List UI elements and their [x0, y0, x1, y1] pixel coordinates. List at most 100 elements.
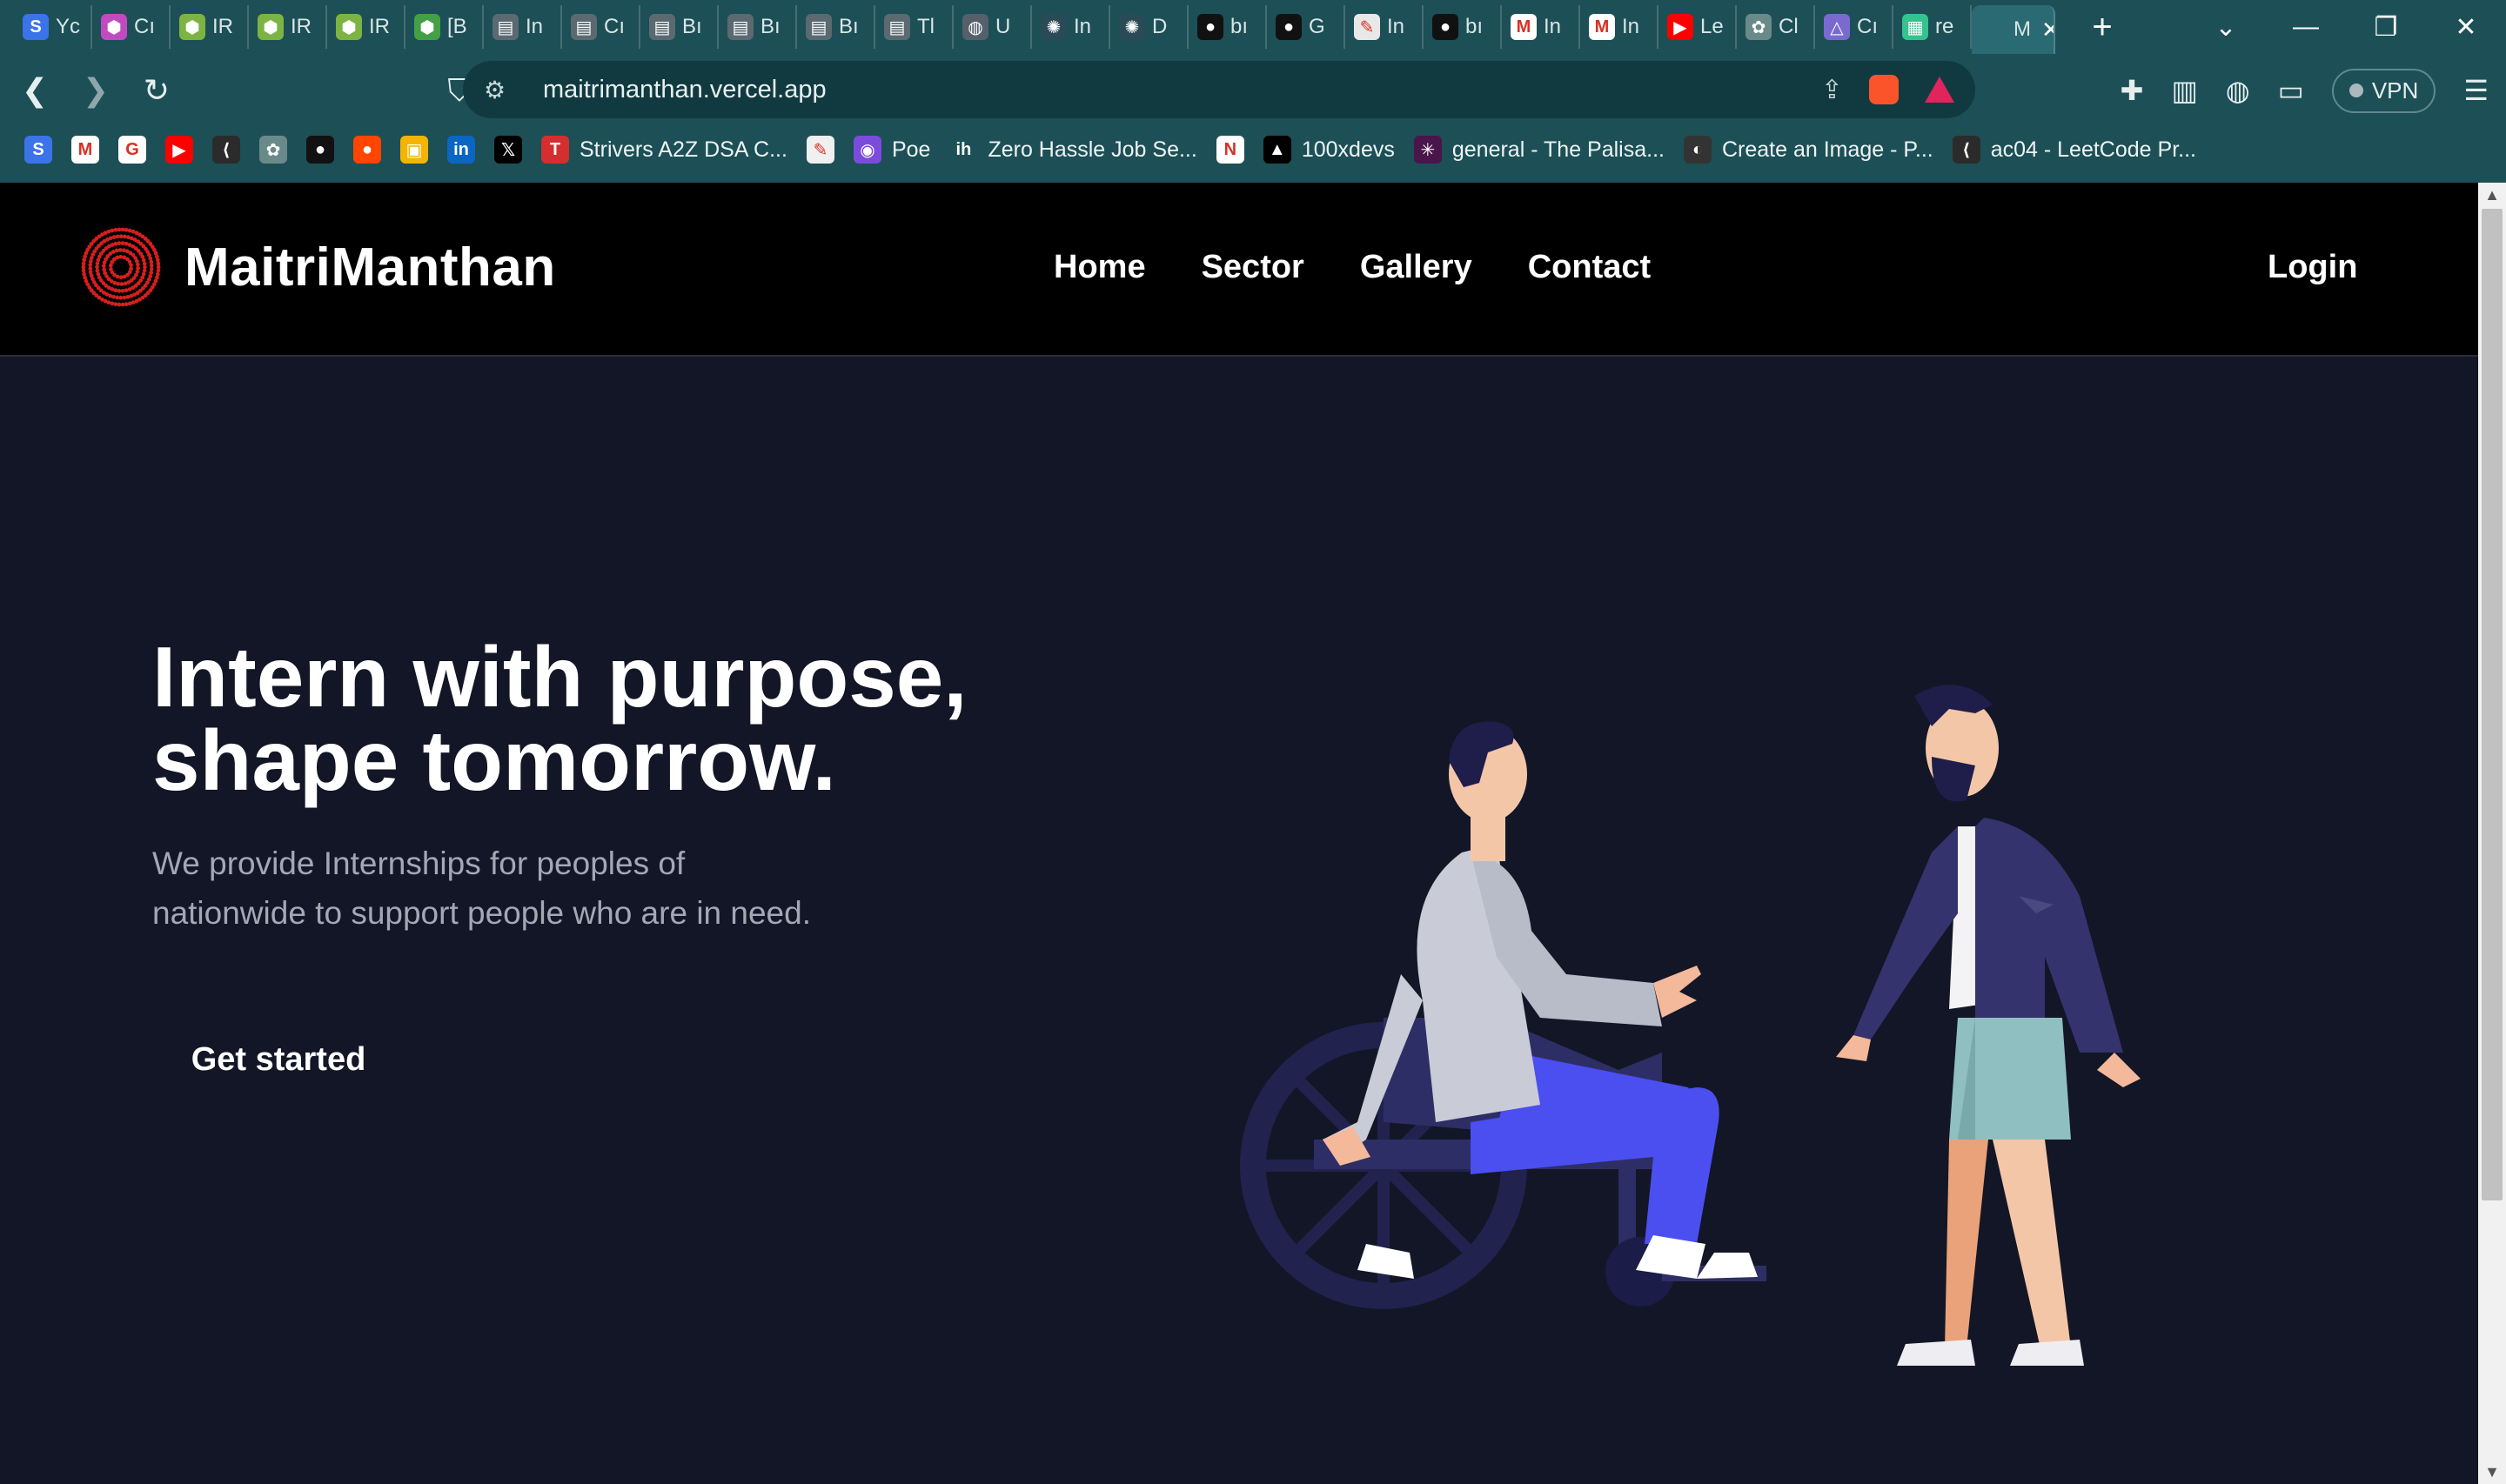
nav-gallery[interactable]: Gallery [1360, 249, 1472, 286]
logo-dot [124, 227, 129, 232]
url-text[interactable]: maitrimanthan.vercel.app [543, 76, 827, 104]
browser-tab[interactable]: M✕ [1972, 5, 2055, 54]
nav-contact[interactable]: Contact [1528, 249, 1651, 286]
maitrimanthan-logo-icon[interactable] [78, 224, 164, 310]
logo-dot [117, 248, 123, 252]
browser-tab[interactable]: ● G [1267, 5, 1345, 49]
browser-tab[interactable]: S Yc [14, 5, 92, 49]
browser-tab[interactable]: ▤ Tl [875, 5, 954, 49]
browser-tab[interactable]: ⬢ IR [327, 5, 405, 49]
logo-dot [136, 262, 140, 267]
browser-tab[interactable]: M In [1502, 5, 1580, 49]
browser-tab[interactable]: ▤ Bı [640, 5, 719, 49]
bookmark-label: 100xdevs [1301, 137, 1395, 162]
browser-tab[interactable]: ⬢ [B [405, 5, 484, 49]
browser-tab[interactable]: ▤ Cı [562, 5, 640, 49]
address-bar[interactable]: ⚙ maitrimanthan.vercel.app ⇪ [463, 61, 1975, 118]
browser-tab[interactable]: ⬢ IR [249, 5, 327, 49]
wallet-icon[interactable]: ▭ [2278, 74, 2304, 107]
bookmark-item[interactable]: G [118, 136, 146, 164]
browser-tab[interactable]: ▦ re [1893, 5, 1972, 49]
bookmark-item[interactable]: N [1216, 136, 1244, 164]
bookmark-item[interactable]: in [447, 136, 475, 164]
login-link[interactable]: Login [2268, 249, 2357, 286]
logo-dot [81, 268, 86, 273]
bookmark-item[interactable]: ✎ [806, 136, 834, 164]
browser-tab[interactable]: ▶ Le [1658, 5, 1737, 49]
nav-home[interactable]: Home [1054, 249, 1146, 286]
reddit-icon: ● [353, 136, 381, 164]
bookmark-item[interactable]: S [24, 136, 52, 164]
brave-rewards-icon[interactable] [1925, 77, 1954, 103]
sidebar-icon[interactable]: ▥ [2171, 74, 2197, 107]
bookmark-item[interactable]: ▣ [400, 136, 428, 164]
site-settings-icon[interactable]: ⚙ [484, 76, 519, 104]
grid-icon: ▦ [1902, 14, 1928, 40]
logo-dot [118, 295, 124, 300]
browser-tab[interactable]: ✺ D [1110, 5, 1189, 49]
new-tab-button[interactable]: + [2076, 3, 2128, 51]
browser-tab[interactable]: ● bı [1424, 5, 1502, 49]
brave-shields-icon[interactable] [1869, 75, 1899, 104]
extensions-icon[interactable]: ✚ [2121, 74, 2144, 107]
browser-tab[interactable]: ✿ Cl [1737, 5, 1815, 49]
bookmark-item[interactable]: ● [353, 136, 381, 164]
close-window-icon[interactable]: ✕ [2426, 12, 2506, 43]
bookmark-item[interactable]: ⟨ ac04 - LeetCode Pr... [1952, 136, 2196, 164]
page-scrollbar[interactable]: ▲ ▼ [2478, 183, 2506, 1484]
scroll-up-arrow-icon[interactable]: ▲ [2478, 183, 2506, 207]
browser-tab[interactable]: △ Cı [1815, 5, 1893, 49]
scrollbar-thumb[interactable] [2482, 209, 2503, 1200]
browser-tab[interactable]: ● bı [1189, 5, 1267, 49]
browser-tab[interactable]: ✎ In [1345, 5, 1424, 49]
forward-button[interactable]: ❯ [70, 64, 122, 117]
logo-dot [95, 261, 100, 266]
bookmark-label: Poe [891, 137, 931, 162]
reload-button[interactable]: ↻ [131, 64, 183, 117]
menu-icon[interactable]: ☰ [2463, 74, 2489, 107]
share-icon[interactable]: ⇪ [1821, 75, 1843, 105]
nav-sector[interactable]: Sector [1202, 249, 1304, 286]
bookmark-item[interactable]: T Strivers A2Z DSA C... [541, 136, 787, 164]
bookmark-item[interactable]: ih Zero Hassle Job Se... [949, 136, 1197, 164]
tab-search-chevron-icon[interactable]: ⌄ [2186, 12, 2266, 43]
tab-title: bı [1230, 15, 1249, 38]
logo-dot [88, 259, 93, 264]
browser-tab[interactable]: ▤ Bı [797, 5, 875, 49]
tab-close-icon[interactable]: ✕ [2041, 17, 2054, 43]
bookmark-item[interactable]: ◉ Poe [853, 136, 931, 164]
logo-dot [131, 276, 137, 280]
scroll-down-arrow-icon[interactable]: ▼ [2478, 1460, 2506, 1484]
vpn-button[interactable]: VPN [2331, 68, 2436, 113]
hero-illustration [1240, 685, 2141, 1366]
tab-list: S Yc ⬢ Cı ⬢ IR ⬢ IR ⬢ IR ⬢ [B ▤ In ▤ Cı ▤ Bı ▤ Bı ▤ Bı ▤ Tl ◍ U ✺ I… [0, 0, 2055, 54]
logo-dot [109, 266, 113, 271]
bookmark-item[interactable]: 𝕏 [494, 136, 522, 164]
bookmark-item[interactable]: ● [306, 136, 334, 164]
logo-dot [115, 255, 120, 260]
bookmark-item[interactable]: ▶ [165, 136, 193, 164]
browser-tab[interactable]: ▤ In [484, 5, 562, 49]
get-started-button[interactable]: Get started [152, 1018, 405, 1101]
bookmark-item[interactable]: ▲ 100xdevs [1263, 136, 1395, 164]
bookmark-item[interactable]: ✳ general - The Palisa... [1413, 136, 1665, 164]
book-icon: ▤ [492, 14, 519, 40]
minimize-icon[interactable]: — [2266, 12, 2346, 42]
tab-title: Cl [1779, 15, 1799, 38]
bookmark-item[interactable]: ◐ Create an Image - P... [1683, 136, 1933, 164]
browser-tab[interactable]: ▤ Bı [719, 5, 797, 49]
logo-dot [115, 234, 120, 239]
browser-tab[interactable]: ✺ In [1032, 5, 1110, 49]
profile-avatar-icon[interactable]: ◍ [2226, 74, 2250, 107]
brand-name[interactable]: MaitriManthan [184, 237, 556, 298]
browser-tab[interactable]: M In [1580, 5, 1658, 49]
bookmark-item[interactable]: ✿ [259, 136, 287, 164]
bookmark-item[interactable]: M [71, 136, 99, 164]
back-button[interactable]: ❮ [9, 64, 61, 117]
restore-icon[interactable]: ❐ [2346, 12, 2426, 43]
browser-tab[interactable]: ⬢ Cı [92, 5, 171, 49]
bookmark-item[interactable]: ⟨ [212, 136, 240, 164]
tab-title: IR [369, 15, 390, 38]
browser-tab[interactable]: ⬢ IR [171, 5, 249, 49]
browser-tab[interactable]: ◍ U [954, 5, 1032, 49]
